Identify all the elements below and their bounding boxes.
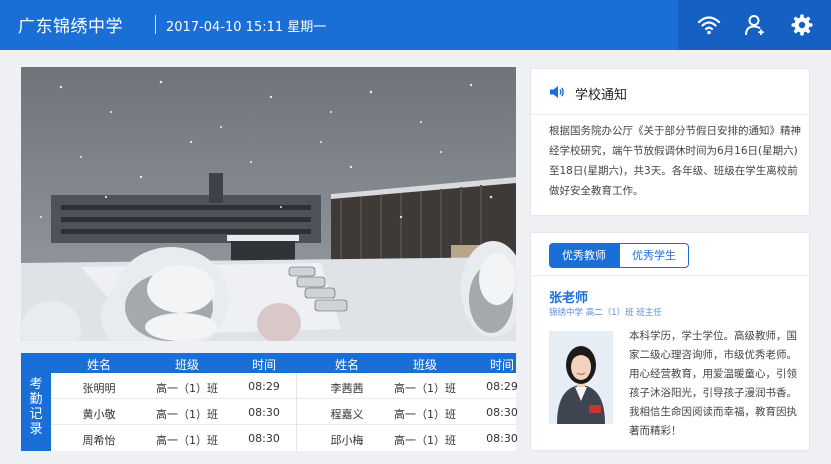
- table-cell: 高一（1）班: [156, 408, 218, 421]
- wifi-icon[interactable]: [697, 13, 721, 37]
- tab-excellent-teacher[interactable]: 优秀教师: [549, 243, 619, 268]
- teacher-photo: [549, 331, 613, 424]
- top-bar: 广东锦绣中学 2017-04-10 15:11 星期一: [0, 0, 831, 50]
- teacher-description: 本科学历，学士学位。高级教师，国家二级心理咨询师，市级优秀老师。用心经营教育，用…: [629, 330, 797, 437]
- table-cell: 08:30: [248, 432, 280, 445]
- divider: [531, 275, 809, 276]
- table-cell: 张明明: [82, 382, 116, 395]
- attendance-label-char: 录: [29, 422, 43, 437]
- column-header: 班级: [412, 358, 437, 372]
- table-row: 张明明 高一（1）班 08:29 李茜茜 高一（1）班 08:29: [51, 373, 518, 399]
- teacher-class: 锦绣中学 高二（1）班 班主任: [549, 308, 662, 318]
- table-cell: 高一（1）班: [394, 408, 456, 421]
- column-header: 姓名: [334, 358, 359, 372]
- table-cell: 程嘉义: [330, 408, 364, 421]
- header-divider: [155, 15, 156, 34]
- datetime: 2017-04-10 15:11 星期一: [166, 20, 327, 35]
- notice-title: 学校通知: [575, 88, 628, 103]
- header-icon-group: [678, 0, 831, 50]
- table-cell: 高一（1）班: [394, 434, 456, 447]
- attendance-label-char: 记: [29, 407, 43, 422]
- column-header: 时间: [251, 358, 276, 372]
- attendance-header: 姓名 班级 时间 姓名 班级 时间: [51, 353, 516, 373]
- attendance-label-char: 考: [29, 377, 43, 392]
- table-cell: 高一（1）班: [156, 434, 218, 447]
- table-cell: 08:29: [248, 380, 280, 393]
- table-cell: 08:30: [486, 406, 518, 419]
- gear-icon[interactable]: [790, 13, 814, 37]
- column-header: 时间: [489, 358, 514, 372]
- school-notice-panel: 学校通知 根据国务院办公厅《关于部分节假日安排的通知》精神经学校研究，端午节放假…: [530, 68, 810, 216]
- table-cell: 08:30: [486, 432, 518, 445]
- user-add-icon[interactable]: [743, 13, 767, 37]
- school-name: 广东锦绣中学: [18, 17, 123, 37]
- table-row: 周希怡 高一（1）班 08:30 邱小梅 高一（1）班 08:30: [51, 425, 518, 451]
- attendance-label: 考 勤 记 录: [21, 353, 51, 451]
- attendance-panel: 考 勤 记 录 姓名 班级 时间 姓名 班级 时间 张明明 高一（1）班 08:…: [21, 353, 518, 451]
- excellent-panel: 优秀教师 优秀学生 张老师 锦绣中学 高二（1）班 班主任 本科学历，学士学位。…: [530, 232, 810, 451]
- column-divider: [296, 373, 297, 451]
- table-cell: 周希怡: [82, 434, 116, 447]
- table-row: 黄小敬 高一（1）班 08:30 程嘉义 高一（1）班 08:30: [51, 399, 518, 425]
- attendance-label-char: 勤: [29, 392, 43, 407]
- teacher-name: 张老师: [549, 291, 589, 306]
- campus-photo: [21, 67, 516, 341]
- table-cell: 李茜茜: [330, 382, 364, 395]
- table-cell: 08:29: [486, 380, 518, 393]
- table-cell: 08:30: [248, 406, 280, 419]
- tab-excellent-student[interactable]: 优秀学生: [619, 243, 689, 268]
- column-header: 姓名: [86, 358, 111, 372]
- table-cell: 黄小敬: [82, 408, 116, 421]
- table-cell: 高一（1）班: [394, 382, 456, 395]
- notice-body: 根据国务院办公厅《关于部分节假日安排的通知》精神经学校研究，端午节放假调休时间为…: [549, 125, 801, 197]
- column-header: 班级: [174, 358, 199, 372]
- divider: [531, 114, 809, 115]
- speaker-icon: [550, 86, 564, 98]
- table-cell: 邱小梅: [330, 434, 364, 447]
- table-cell: 高一（1）班: [156, 382, 218, 395]
